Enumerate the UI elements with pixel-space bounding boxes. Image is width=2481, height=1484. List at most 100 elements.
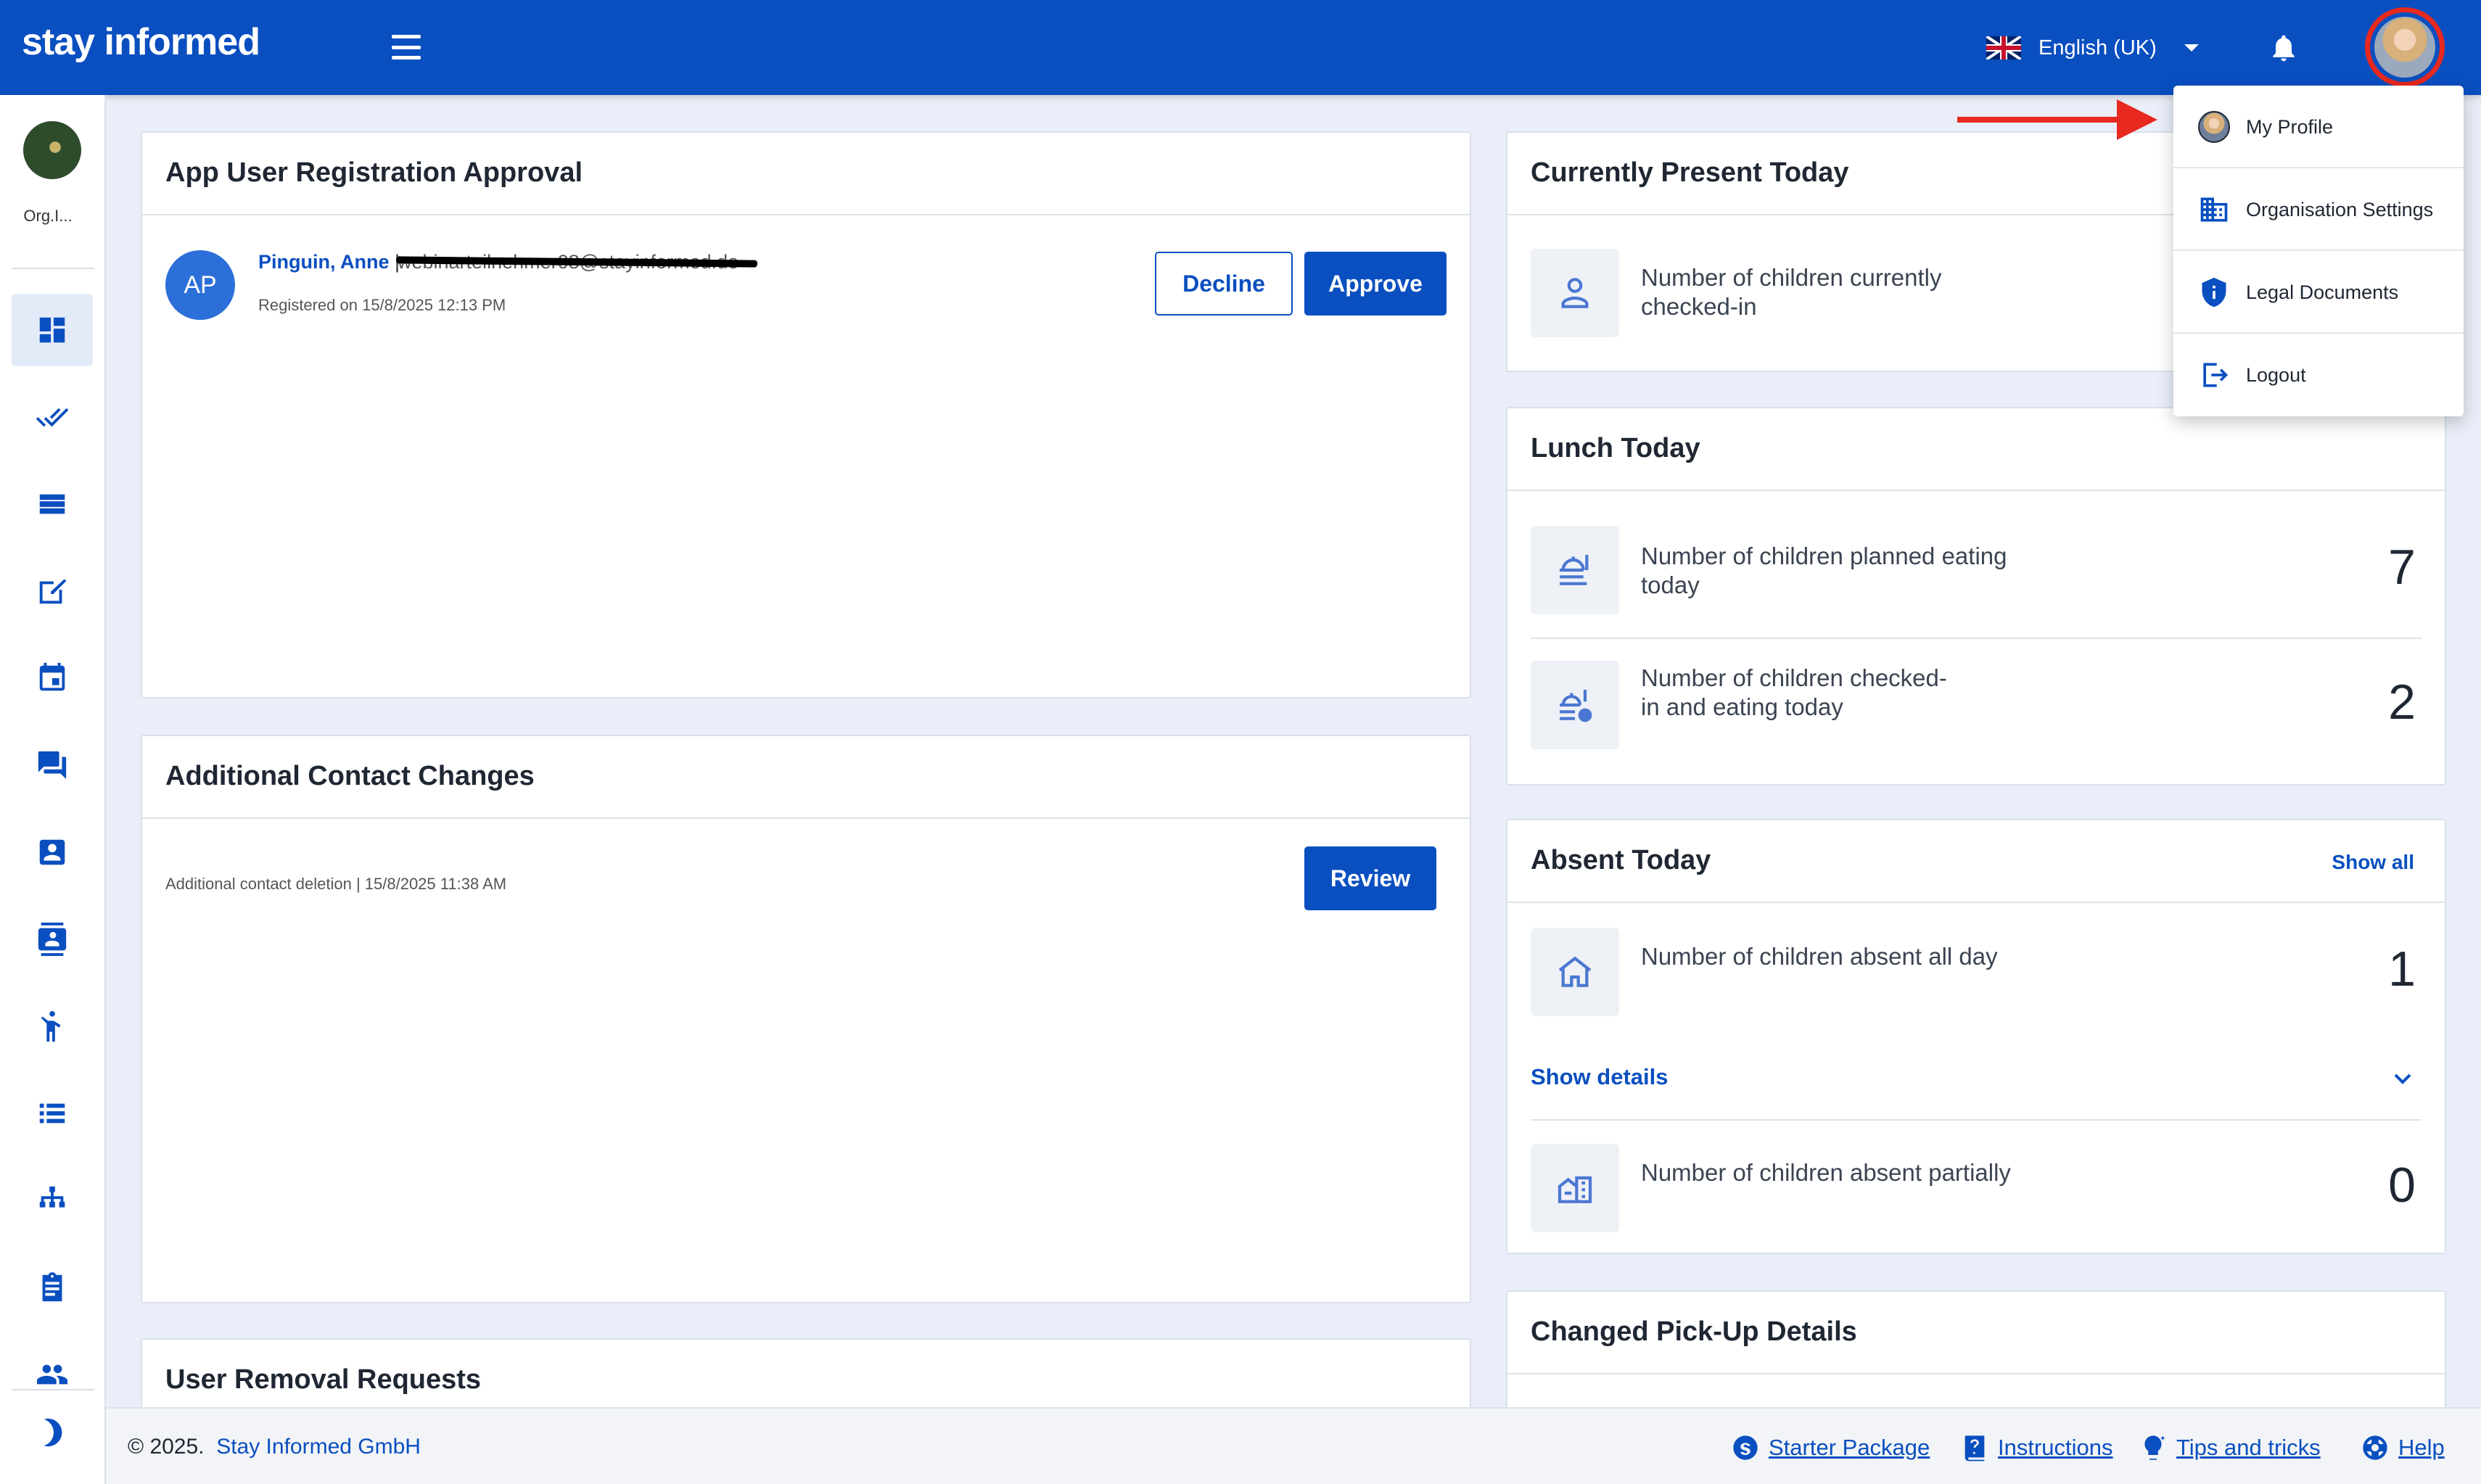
card-divider xyxy=(1507,490,2445,491)
sidebar-item-contacts[interactable] xyxy=(12,816,93,889)
logout-icon xyxy=(2203,363,2229,387)
menu-item-logout[interactable]: Logout xyxy=(2173,334,2464,416)
tips-link[interactable]: Tips and tricks xyxy=(2139,1432,2321,1464)
card-title: Lunch Today xyxy=(1531,433,1700,463)
card-title: App User Registration Approval xyxy=(165,157,583,188)
sidebar-divider xyxy=(12,268,94,269)
menu-item-label: Organisation Settings xyxy=(2246,198,2434,220)
chevron-down-icon[interactable] xyxy=(2388,1064,2417,1093)
starter-package-link[interactable]: Starter Package xyxy=(1731,1432,1930,1464)
language-label: English (UK) xyxy=(2038,36,2157,59)
sidebar-item-directory[interactable] xyxy=(12,903,93,976)
copyright: © 2025. Stay Informed GmbH xyxy=(128,1435,421,1459)
card-divider xyxy=(142,214,1470,215)
registration-date: Registered on 15/8/2025 12:13 PM xyxy=(258,296,506,314)
card-title: Currently Present Today xyxy=(1531,157,1849,188)
contact-changes-card: Additional Contact Changes xyxy=(141,735,1471,1303)
sidebar-item-list[interactable] xyxy=(12,468,93,540)
org-name: Org.I... xyxy=(23,207,73,225)
review-button[interactable]: Review xyxy=(1304,846,1436,910)
avatar: AP xyxy=(165,250,235,320)
registrant-name[interactable]: Pinguin, Anne | xyxy=(258,251,400,273)
moon-icon xyxy=(44,1418,62,1447)
org-logo[interactable] xyxy=(23,121,81,179)
dark-mode-toggle[interactable] xyxy=(12,1396,93,1469)
instructions-link[interactable]: Instructions xyxy=(1960,1432,2113,1464)
stat-value: 1 xyxy=(2388,941,2416,997)
card-divider xyxy=(1507,1373,2445,1374)
sidebar-item-structure[interactable] xyxy=(12,1164,93,1237)
approve-button[interactable]: Approve xyxy=(1304,252,1447,316)
card-title: User Removal Requests xyxy=(165,1364,482,1395)
top-bar: stay informed English (UK) xyxy=(0,0,2481,95)
contacts-book-icon xyxy=(38,923,67,956)
bell-icon[interactable] xyxy=(2268,30,2300,65)
registration-approval-card: App User Registration Approval xyxy=(141,131,1471,698)
card-divider xyxy=(142,817,1470,819)
stat-icon-box xyxy=(1531,526,1619,614)
uk-flag-icon xyxy=(1986,36,2021,59)
card-title: Absent Today xyxy=(1531,845,1711,875)
card-title: Additional Contact Changes xyxy=(165,761,535,791)
dashboard-icon xyxy=(39,317,65,343)
avatar xyxy=(2198,111,2230,143)
stat-value: 0 xyxy=(2388,1158,2416,1213)
person-icon xyxy=(1561,278,1589,308)
profile-menu: My Profile Organisation Settings Legal D… xyxy=(2173,86,2464,416)
people-icon xyxy=(36,1364,68,1385)
menu-item-my-profile[interactable]: My Profile xyxy=(2173,86,2464,168)
stat-label: Number of children planned eating today xyxy=(1641,543,2007,598)
contact-card-icon xyxy=(39,839,65,865)
sidebar-item-calendar[interactable] xyxy=(12,642,93,714)
user-avatar-button[interactable] xyxy=(2365,7,2445,87)
person-activity-icon xyxy=(41,1010,61,1042)
decline-button[interactable]: Decline xyxy=(1155,252,1293,316)
menu-item-label: Legal Documents xyxy=(2246,281,2399,303)
stat-value: 2 xyxy=(2388,675,2416,730)
sidebar-item-checkins[interactable] xyxy=(12,381,93,453)
stat-label: Number of children absent partially xyxy=(1641,1159,2011,1186)
language-selector[interactable]: English (UK) xyxy=(1986,32,2199,64)
shield-icon xyxy=(2202,277,2226,308)
menu-toggle-icon[interactable] xyxy=(392,35,421,59)
stat-icon-box xyxy=(1531,249,1619,337)
stat-icon-box xyxy=(1531,1144,1619,1232)
lightbulb-icon xyxy=(2144,1435,2165,1460)
chat-icon xyxy=(38,751,67,780)
annotation-arrow-head xyxy=(2117,99,2157,140)
help-link[interactable]: Help xyxy=(2361,1432,2445,1464)
row-divider xyxy=(1531,1119,2422,1121)
house-icon xyxy=(1558,956,1592,987)
annotation-arrow xyxy=(1957,117,2124,123)
meal-icon xyxy=(1560,555,1589,585)
menu-item-legal-documents[interactable]: Legal Documents xyxy=(2173,251,2464,334)
row-divider xyxy=(1531,638,2422,639)
double-check-icon xyxy=(36,408,69,427)
stat-value: 7 xyxy=(2388,540,2416,595)
show-all-link[interactable]: Show all xyxy=(2332,851,2414,874)
bullet-list-icon xyxy=(39,1103,65,1124)
company-link[interactable]: Stay Informed GmbH xyxy=(216,1435,421,1459)
sidebar-item-tasks[interactable] xyxy=(12,1251,93,1324)
edit-note-icon xyxy=(39,579,67,604)
help-book-icon xyxy=(1964,1435,1985,1462)
sidebar-item-messages[interactable] xyxy=(12,729,93,801)
menu-item-organisation-settings[interactable]: Organisation Settings xyxy=(2173,168,2464,251)
lifebuoy-icon xyxy=(2363,1435,2387,1460)
contact-change-entry: Additional contact deletion | 15/8/2025 … xyxy=(165,875,507,893)
show-details-toggle[interactable]: Show details xyxy=(1531,1064,1668,1090)
sidebar-item-reports[interactable] xyxy=(12,1077,93,1150)
absent-today-card: Absent Today Show all Number of children… xyxy=(1506,819,2446,1254)
card-divider xyxy=(1507,902,2445,903)
sidebar-item-dashboard[interactable] xyxy=(12,294,93,366)
sidebar-item-activities[interactable] xyxy=(12,990,93,1063)
building-icon xyxy=(1558,1176,1592,1203)
app-logo[interactable]: stay informed xyxy=(22,20,260,64)
lunch-today-card: Lunch Today Number of children planned e… xyxy=(1506,407,2446,786)
starter-icon xyxy=(1733,1435,1758,1460)
organisation-icon xyxy=(2200,197,2228,222)
stat-icon-box xyxy=(1531,661,1619,749)
sidebar-item-edit[interactable] xyxy=(12,555,93,627)
clipboard-icon xyxy=(42,1272,62,1302)
footer: © 2025. Stay Informed GmbH Starter Packa… xyxy=(106,1407,2481,1484)
